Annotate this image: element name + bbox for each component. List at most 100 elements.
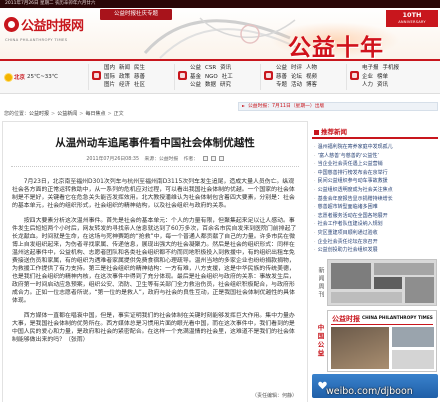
recommend-item[interactable]: · 灾区重建项目顺利通过验收 <box>314 229 438 238</box>
nav-link[interactable]: 榜单 <box>377 74 388 80</box>
breadcrumb-separator: > <box>51 111 56 117</box>
recommend-item-text[interactable]: 中国慈善排行榜发布会在京举行 <box>318 170 388 176</box>
title-divider <box>11 166 299 167</box>
nav-link[interactable]: 慈善 <box>276 74 287 80</box>
nav-link[interactable]: 经济 <box>119 82 130 88</box>
nav-link[interactable]: 论坛 <box>291 74 302 80</box>
recommend-item-text[interactable]: 灾区重建项目顺利通过验收 <box>318 230 378 236</box>
sun-icon <box>5 73 12 81</box>
article-paragraph: 7月23日，北京南至福州D301次列车与杭州至福州南D3115次列车发生追尾，造… <box>12 179 295 209</box>
anniversary-badge: 10TH ANNIVERSARY <box>386 10 438 27</box>
recommend-item[interactable]: · 当企业社会责任遇上公益营销 <box>314 160 438 169</box>
recommend-item[interactable]: · ‘富人慈善’与慈善的‘公益性’ <box>314 152 438 161</box>
nav-link[interactable]: 新闻 <box>119 65 130 71</box>
nav-link[interactable]: 博客 <box>306 82 317 88</box>
recommend-item[interactable]: · 慈善超市转型面临诸多困难 <box>314 203 438 212</box>
recommend-item-text[interactable]: 当企业社会责任遇上公益营销 <box>318 161 383 167</box>
nav-link[interactable]: 公益 <box>190 65 201 71</box>
nav-link[interactable]: 社工 <box>222 74 233 80</box>
nav-link[interactable]: 资讯 <box>220 65 231 71</box>
main-nav: 北京 25℃~33℃ 国内 新闻 民生 国际 政策 慈善 图片 经济 社区 公益 CSR 资讯 … <box>0 61 440 94</box>
article-meta: 2011年07月26日08:35 来源：公益时报 作者： <box>3 155 307 162</box>
bullet-icon: · <box>314 144 316 150</box>
breadcrumb-item[interactable]: 公益时报 <box>29 111 49 117</box>
nav-link[interactable]: 视频 <box>306 74 317 80</box>
logo-title: 公益时报网 <box>21 19 84 34</box>
paper-photo <box>331 327 389 369</box>
article-source: 来源：公益时报 <box>144 157 179 162</box>
font-size-small-icon[interactable] <box>218 156 224 161</box>
recommend-item[interactable]: · 基金会年度报告显示捐赠持续增长 <box>314 195 438 204</box>
nav-link[interactable]: 国内 <box>104 65 115 71</box>
weekly-cover-image[interactable] <box>327 259 437 306</box>
recommend-item-text[interactable]: 民间公益组织参与动车事故救援 <box>318 178 388 184</box>
recommend-item-text[interactable]: 基金会年度报告显示捐赠持续增长 <box>318 196 393 202</box>
recommend-item[interactable]: · 民间公益组织参与动车事故救援 <box>314 177 438 186</box>
nav-link[interactable]: 国际 <box>104 74 115 80</box>
nav-link[interactable]: 资讯 <box>377 82 388 88</box>
breadcrumb-separator: > <box>107 111 112 117</box>
recommend-item-text[interactable]: 温州福利院在寄养家庭中发现孤儿 <box>318 144 393 150</box>
cover-photo <box>374 263 434 275</box>
recommend-item-text[interactable]: 公益创投助力社会组织发展 <box>318 247 378 253</box>
font-size-medium-icon[interactable] <box>210 156 216 161</box>
nav-group-charity: 公益 CSR 资讯 基金 NGO 社工 公益 数据 研究 <box>174 64 260 90</box>
nav-link[interactable]: 时评 <box>291 65 302 71</box>
nav-link[interactable]: 企业 <box>362 74 373 80</box>
comment-icon <box>264 71 273 80</box>
anniversary-word: ANNIVERSARY <box>398 20 426 24</box>
nav-link[interactable]: 社区 <box>134 82 145 88</box>
recommend-item[interactable]: · 公益创投助力社会组织发展 <box>314 246 438 255</box>
site-header: 公益时报网 CHINA PHILANTHROPY TIMES 公益时报社庆专题 … <box>0 8 440 61</box>
nav-link[interactable]: 活动 <box>291 82 302 88</box>
article-date: 2011年07月26日08:35 <box>86 157 140 162</box>
weekly-block: 新闻周刊 <box>312 259 438 307</box>
nav-link[interactable]: 研究 <box>220 82 231 88</box>
breadcrumb-item[interactable]: 每日焦点 <box>85 111 105 117</box>
nav-link[interactable]: 数据 <box>205 82 216 88</box>
nav-link[interactable]: 政策 <box>119 74 130 80</box>
article-paragraph: 西方媒体一直都在唱衰中国，但是，事实证明我们的社会体制在关键时刻能够发挥巨大作用… <box>12 313 295 343</box>
recommend-item[interactable]: · 企业社会责任论坛在京召开 <box>314 238 438 247</box>
site-logo[interactable]: 公益时报网 CHINA PHILANTHROPY TIMES <box>4 15 90 51</box>
article-editor: （责任编辑：何静） <box>251 393 297 399</box>
nav-link[interactable]: 电子报 <box>362 65 379 71</box>
recommend-item[interactable]: · 中国慈善排行榜发布会在京举行 <box>314 169 438 178</box>
recommend-item[interactable]: · 志愿者服务活动在全国各地展开 <box>314 212 438 221</box>
recommend-item-text[interactable]: 慈善超市转型面临诸多困难 <box>318 204 378 210</box>
nav-link[interactable]: 手机报 <box>383 65 400 71</box>
recommend-item[interactable]: · 公益组织透明度成为社会关注焦点 <box>314 186 438 195</box>
topbar-date: 2011年7月26日 星期二 农历辛卯年六月廿六 <box>5 1 96 6</box>
masthead-rule <box>331 324 433 325</box>
nav-link[interactable]: 公益 <box>276 65 287 71</box>
nav-link[interactable]: 民生 <box>134 65 145 71</box>
breadcrumb-current: 正文 <box>113 111 124 117</box>
nav-link[interactable]: 人物 <box>306 65 317 71</box>
nav-link[interactable]: 图片 <box>104 82 115 88</box>
nav-link[interactable]: CSR <box>205 65 216 71</box>
nav-link[interactable]: 基金 <box>190 74 201 80</box>
recommend-item-text[interactable]: ‘富人慈善’与慈善的‘公益性’ <box>318 153 379 159</box>
recommend-item[interactable]: · 温州福利院在寄养家庭中发现孤儿 <box>314 143 438 152</box>
paper-masthead-cn: 公益时报 <box>332 315 360 323</box>
nav-link[interactable]: 慈善 <box>134 74 145 80</box>
font-size-large-icon[interactable] <box>202 156 208 161</box>
nav-link[interactable]: 专题 <box>276 82 287 88</box>
recommend-item-text[interactable]: 社会工作者队伍建设纳入规划 <box>318 221 383 227</box>
weekly-label: 新闻周刊 <box>317 267 324 299</box>
newspaper-cover-image[interactable]: 公益时报 CHINA PHILANTHROPY TIMES <box>327 310 437 372</box>
nav-link[interactable]: NGO <box>205 74 218 80</box>
weather-widget: 北京 25℃~33℃ <box>5 73 58 81</box>
breadcrumb-item[interactable]: 公益新闻 <box>57 111 77 117</box>
recommend-item-text[interactable]: 公益组织透明度成为社会关注焦点 <box>318 187 393 193</box>
recommend-item-text[interactable]: 志愿者服务活动在全国各地展开 <box>318 213 388 219</box>
nav-link[interactable]: 人力 <box>362 82 373 88</box>
anniversary-number: 10TH <box>402 11 422 19</box>
recommend-item-text[interactable]: 企业社会责任论坛在京召开 <box>318 239 378 245</box>
recommend-title: 推荐新闻 <box>321 128 347 136</box>
recommend-item[interactable]: · 社会工作者队伍建设纳入规划 <box>314 220 438 229</box>
watermark: weibo.com/djboon <box>326 386 413 397</box>
nav-link[interactable]: 公益 <box>190 82 201 88</box>
issue-notice[interactable]: 公益时报：7月11日（星期一）出版 <box>238 102 438 111</box>
recommend-header: 推荐新闻 <box>312 126 438 139</box>
